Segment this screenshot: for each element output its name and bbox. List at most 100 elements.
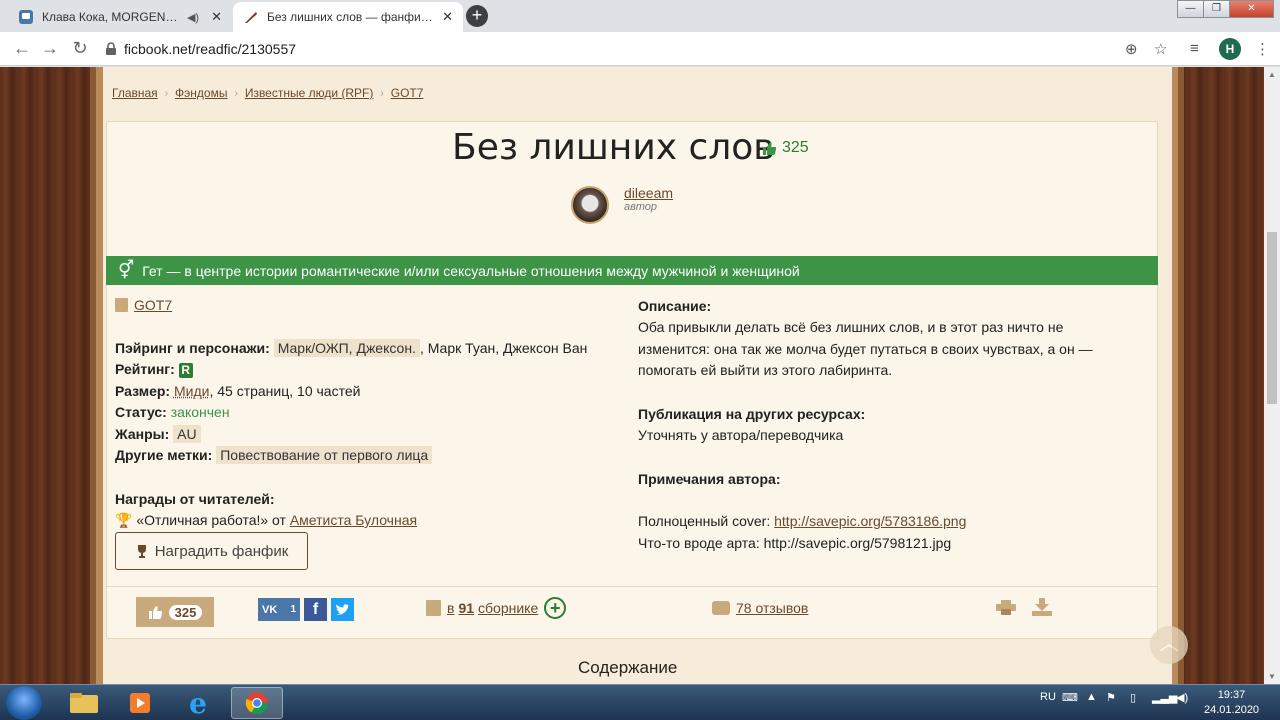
pairing-row: Пэйринг и персонажи: Марк/ОЖП, Джексон.,…: [115, 339, 587, 357]
likes-count[interactable]: 325: [762, 139, 809, 157]
like-button[interactable]: 325: [136, 597, 214, 627]
avatar[interactable]: [571, 186, 609, 224]
twitter-icon[interactable]: [331, 598, 354, 621]
collections-prefix: в: [447, 600, 455, 616]
size-row: Размер: Миди, 45 страниц, 10 частей: [115, 383, 360, 399]
back-icon[interactable]: ←: [12, 39, 32, 59]
volume-icon[interactable]: ◀): [1176, 691, 1188, 704]
address-bar[interactable]: ficbook.net/readfic/2130557: [104, 37, 1184, 61]
tray-arrow-icon[interactable]: ▲: [1086, 691, 1097, 703]
author-link[interactable]: dileeam: [624, 185, 673, 201]
browser-tab[interactable]: Клава Кока, MORGENSHTERN ◀) ✕: [8, 2, 232, 32]
cover-link[interactable]: http://savepic.org/5783186.png: [774, 513, 966, 529]
browser-tab-active[interactable]: Без лишних слов — фанфик по ✕: [233, 2, 463, 32]
scroll-down-icon[interactable]: ▼: [1268, 672, 1276, 681]
close-window-button[interactable]: ✕: [1229, 0, 1274, 18]
notes-label: Примечания автора:: [638, 471, 781, 487]
zoom-icon[interactable]: ⊕: [1125, 40, 1138, 58]
power-icon[interactable]: ▯: [1130, 691, 1136, 704]
vk-share-button[interactable]: VK 1: [258, 598, 300, 621]
breadcrumb-fandoms[interactable]: Фэндомы: [175, 86, 227, 100]
size-link[interactable]: Миди: [174, 383, 209, 399]
status-label: Статус:: [115, 404, 167, 420]
flag-icon[interactable]: ⚑: [1106, 691, 1116, 704]
collections-count: 91: [458, 600, 475, 616]
clock-time: 19:37: [1217, 689, 1246, 701]
collections-suffix: сборнике: [478, 600, 539, 616]
start-button[interactable]: [6, 686, 42, 720]
rating-badge[interactable]: R: [178, 363, 193, 378]
breadcrumb-separator-icon: ›: [380, 87, 384, 99]
description-text: Оба привыкли делать всё без лишних слов,…: [638, 319, 1093, 378]
like-count: 325: [168, 604, 203, 620]
close-tab-icon[interactable]: ✕: [442, 9, 453, 25]
reviews-link[interactable]: 78 отзывов: [712, 600, 808, 616]
size-label: Размер:: [115, 383, 171, 399]
network-icon[interactable]: ▂▃▅: [1152, 691, 1177, 704]
menu-icon[interactable]: ⋮: [1255, 40, 1270, 58]
scrollbar-thumb[interactable]: [1267, 232, 1277, 404]
profile-avatar[interactable]: H: [1219, 38, 1241, 60]
vk-share-count: 1: [290, 604, 296, 615]
language-indicator[interactable]: RU: [1040, 691, 1056, 703]
quill-favicon-icon: [243, 9, 259, 25]
description-label: Описание:: [638, 298, 712, 314]
scroll-to-top-button[interactable]: ︿: [1150, 626, 1188, 664]
chrome-taskbar-icon[interactable]: [231, 687, 283, 719]
forward-icon[interactable]: →: [40, 39, 60, 59]
thumbs-up-icon: [148, 605, 162, 619]
lock-icon: [106, 42, 116, 55]
internet-explorer-icon[interactable]: e: [172, 687, 224, 720]
window-controls: — ❐ ✕: [1177, 0, 1274, 18]
direction-banner: ⚥ Гет — в центре истории романтические и…: [106, 256, 1158, 285]
genre-tag[interactable]: AU: [173, 425, 201, 443]
add-to-collection-icon[interactable]: +: [544, 597, 567, 619]
maximize-button[interactable]: ❐: [1203, 0, 1230, 18]
gender-symbol-icon: ⚥: [118, 260, 135, 280]
likes-value: 325: [782, 139, 809, 156]
tab-title: Без лишних слов — фанфик по: [267, 10, 437, 24]
notes-cover-label: Полноценный cover:: [638, 513, 771, 529]
page-title: Без лишних слов: [452, 127, 775, 168]
breadcrumb: Главная › Фэндомы › Известные люди (RPF)…: [112, 86, 423, 100]
award-from-link[interactable]: Аметиста Булочная: [290, 512, 417, 528]
collections-link[interactable]: в 91 сборнике +: [426, 597, 567, 619]
award-row: 🏆 «Отличная работа!» от Аметиста Булочна…: [115, 512, 417, 529]
breadcrumb-rpf[interactable]: Известные люди (RPF): [245, 86, 374, 100]
facebook-icon[interactable]: f: [304, 598, 327, 621]
minimize-button[interactable]: —: [1177, 0, 1204, 18]
close-tab-icon[interactable]: ✕: [211, 9, 222, 25]
system-clock[interactable]: 19:37 24.01.2020: [1204, 688, 1259, 718]
print-icon[interactable]: [996, 600, 1016, 615]
breadcrumb-home[interactable]: Главная: [112, 86, 158, 100]
url-text: ficbook.net/readfic/2130557: [124, 41, 297, 57]
fandom-link[interactable]: GOT7: [134, 297, 172, 313]
breadcrumb-got7[interactable]: GOT7: [391, 86, 424, 100]
genres-row: Жанры: AU: [115, 425, 201, 443]
reload-icon[interactable]: ↻: [70, 39, 90, 59]
author-role: автор: [624, 201, 658, 213]
direction-text: Гет — в центре истории романтические и/и…: [142, 262, 800, 279]
breadcrumb-separator-icon: ›: [234, 87, 238, 99]
keyboard-icon[interactable]: ⌨: [1062, 691, 1078, 704]
scroll-up-icon[interactable]: ▲: [1268, 70, 1276, 79]
book-icon: [115, 298, 128, 312]
size-details: , 45 страниц, 10 частей: [209, 383, 361, 399]
download-icon[interactable]: [1032, 598, 1052, 616]
page-scrollbar[interactable]: ▲ ▼: [1264, 67, 1280, 684]
speaker-icon[interactable]: ◀): [187, 11, 199, 24]
media-player-icon[interactable]: [114, 687, 166, 719]
vk-favicon-icon: [18, 9, 34, 25]
awards-heading: Награды от читателей:: [115, 491, 275, 507]
explorer-icon[interactable]: [58, 687, 110, 719]
browser-tabbar: Клава Кока, MORGENSHTERN ◀) ✕ Без лишних…: [0, 0, 1280, 32]
new-tab-button[interactable]: +: [466, 5, 488, 27]
other-tag[interactable]: Повествование от первого лица: [216, 446, 433, 464]
pairing-tag[interactable]: Марк/ОЖП, Джексон.: [273, 339, 420, 357]
tab-title: Клава Кока, MORGENSHTERN: [42, 10, 181, 24]
publication-text: Уточнять у автора/переводчика: [638, 427, 844, 443]
reading-list-icon[interactable]: ≡: [1190, 40, 1199, 57]
bookmark-star-icon[interactable]: ☆: [1154, 40, 1167, 58]
publication-label: Публикация на других ресурсах:: [638, 406, 866, 422]
award-fanfic-button[interactable]: Наградить фанфик: [115, 532, 308, 570]
